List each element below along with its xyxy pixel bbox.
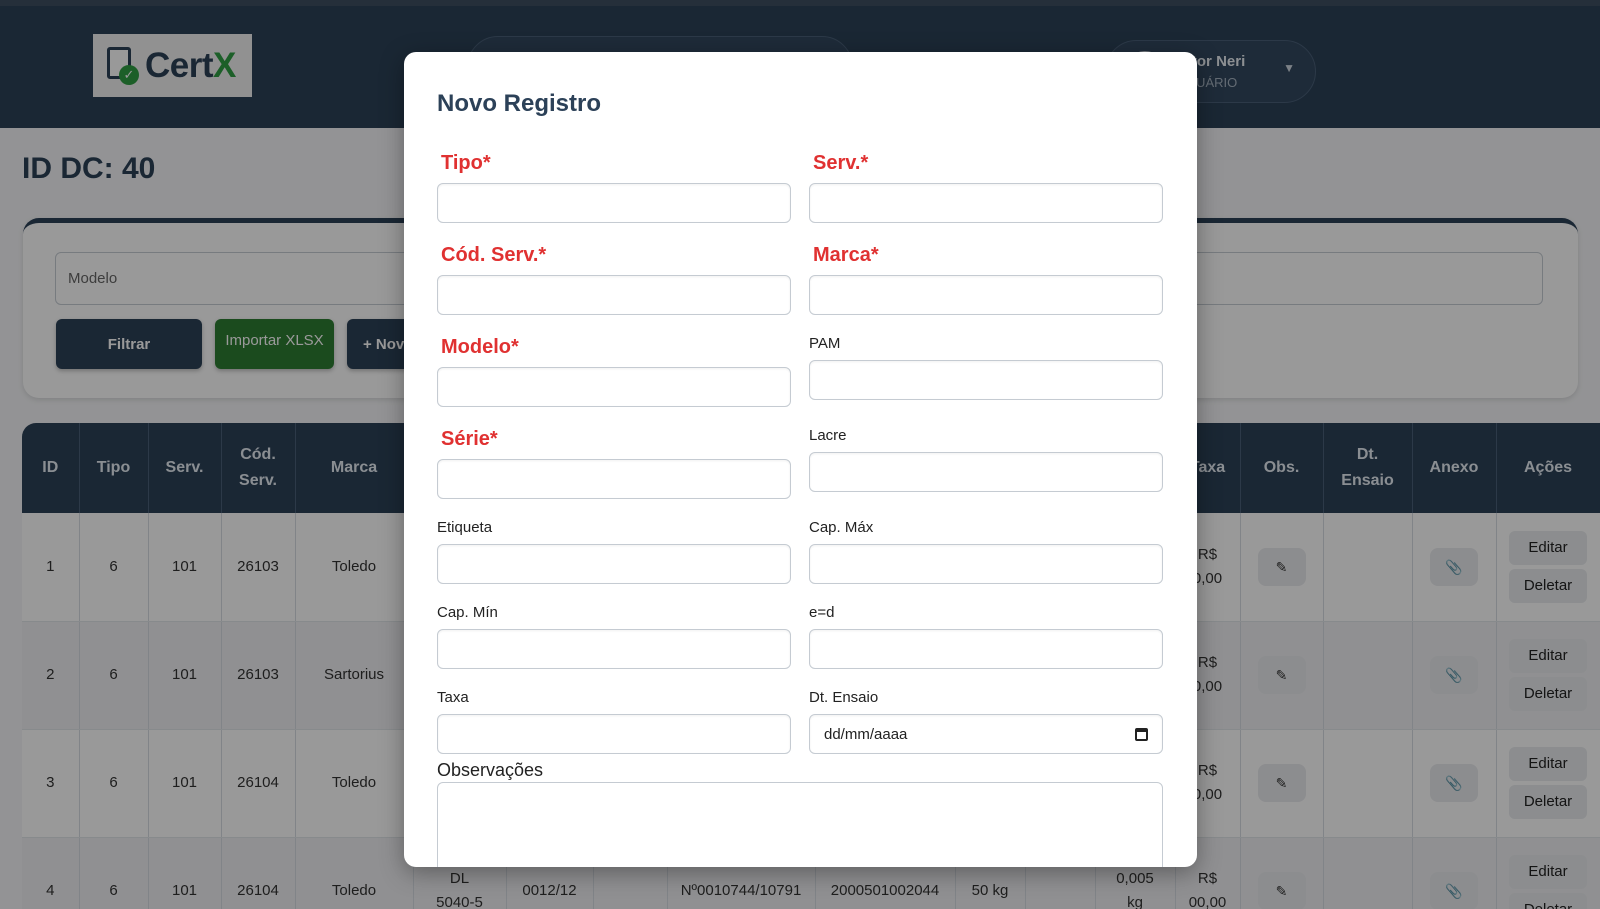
cod-serv-input[interactable]: [437, 275, 791, 315]
ed-input[interactable]: [809, 629, 1163, 669]
label-pam: PAM: [809, 335, 841, 352]
observacoes-textarea[interactable]: [437, 782, 1163, 867]
etiqueta-input[interactable]: [437, 544, 791, 584]
serv-input[interactable]: [809, 183, 1163, 223]
pam-input[interactable]: [809, 360, 1163, 400]
label-taxa: Taxa: [437, 689, 469, 706]
label-observacoes: Observações: [437, 760, 544, 780]
label-etiqueta: Etiqueta: [437, 519, 493, 536]
label-serie: Série*: [441, 428, 498, 450]
date-placeholder: dd/mm/aaaa: [824, 725, 908, 743]
label-ed: e=d: [809, 604, 835, 621]
label-tipo: Tipo*: [441, 152, 491, 174]
modelo-input[interactable]: [437, 367, 791, 407]
cap-max-input[interactable]: [809, 544, 1163, 584]
cap-min-input[interactable]: [437, 629, 791, 669]
label-serv: Serv.*: [813, 152, 869, 174]
marca-input[interactable]: [809, 275, 1163, 315]
label-cap-max: Cap. Máx: [809, 519, 874, 536]
taxa-input[interactable]: [437, 714, 791, 754]
label-marca: Marca*: [813, 244, 879, 266]
label-cap-min: Cap. Mín: [437, 604, 498, 621]
label-modelo: Modelo*: [441, 336, 519, 358]
new-record-modal: Novo Registro Tipo* Serv.* Cód. Serv.* M…: [404, 52, 1197, 867]
lacre-input[interactable]: [809, 452, 1163, 492]
tipo-input[interactable]: [437, 183, 791, 223]
label-dt-ensaio: Dt. Ensaio: [809, 689, 879, 706]
label-cod-serv: Cód. Serv.*: [441, 244, 547, 266]
modal-title: Novo Registro: [437, 90, 602, 117]
calendar-icon[interactable]: [1135, 727, 1148, 741]
label-lacre: Lacre: [809, 427, 847, 444]
serie-input[interactable]: [437, 459, 791, 499]
dt-ensaio-input[interactable]: dd/mm/aaaa: [809, 714, 1163, 754]
